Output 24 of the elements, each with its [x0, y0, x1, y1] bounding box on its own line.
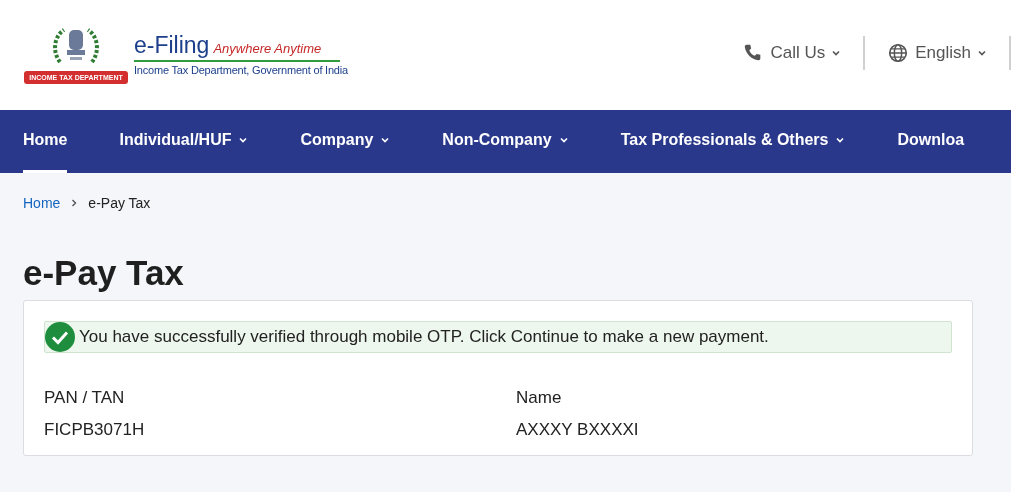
caret-icon: [831, 48, 842, 58]
page-title: e-Pay Tax: [22, 255, 185, 290]
language-dropdown[interactable]: English: [865, 40, 1009, 66]
call-us-dropdown[interactable]: Call Us: [720, 40, 864, 66]
field-value: FICPB3071H: [44, 418, 146, 441]
logo-title: e-Filing: [134, 34, 210, 57]
alert-message: You have successfully verified through mobile OTP. Click Continue to make a new payment.: [79, 326, 769, 349]
field-label: Name: [516, 387, 563, 409]
nav-tab[interactable]: Company: [300, 110, 391, 173]
nav-tab[interactable]: Downloa: [897, 110, 965, 173]
caret-icon: [977, 48, 987, 58]
field-value: AXXXY BXXXXI: [516, 418, 640, 441]
field-label: PAN / TAN: [44, 387, 126, 409]
chevron-icon: [70, 198, 79, 208]
check-icon: [45, 322, 75, 352]
nav-tab[interactable]: Non-Company: [442, 110, 569, 173]
nav-tab[interactable]: Home: [23, 110, 68, 173]
nav-tab[interactable]: Tax Professionals & Others: [620, 110, 846, 173]
logo-subtitle: Income Tax Department, Government of India: [134, 65, 348, 76]
nav-tab[interactable]: Individual/HUF: [119, 110, 249, 173]
breadcrumb-link[interactable]: Home: [23, 192, 61, 214]
globe-icon: [887, 42, 910, 64]
breadcrumb-current: e-Pay Tax: [88, 193, 151, 213]
logo-tagline: Anywhere Anytime: [213, 42, 322, 55]
